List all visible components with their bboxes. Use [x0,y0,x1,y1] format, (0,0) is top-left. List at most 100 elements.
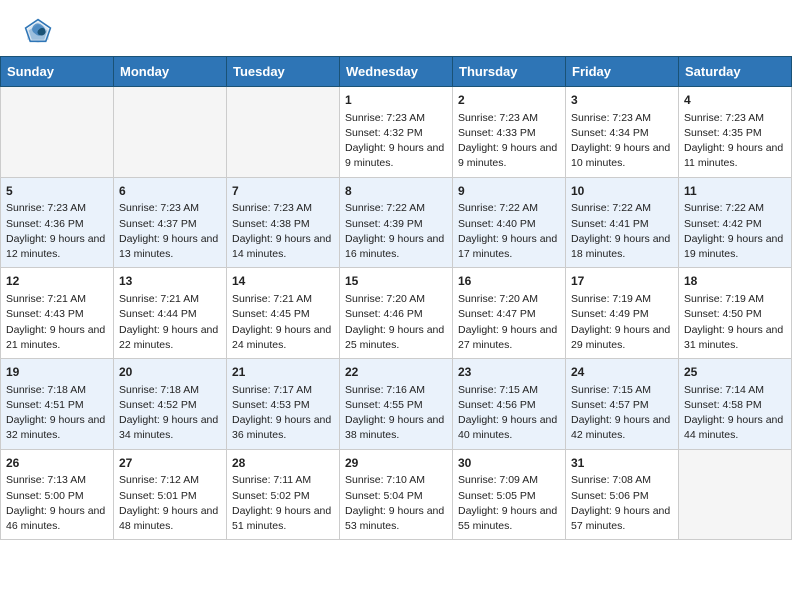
day-info: Sunrise: 7:14 AM Sunset: 4:58 PM Dayligh… [684,383,786,444]
calendar-week-row-3: 12Sunrise: 7:21 AM Sunset: 4:43 PM Dayli… [1,268,792,359]
day-number: 20 [119,364,221,381]
day-info: Sunrise: 7:23 AM Sunset: 4:38 PM Dayligh… [232,201,334,262]
weekday-header-tuesday: Tuesday [227,57,340,87]
day-number: 27 [119,455,221,472]
calendar-cell-2-3: 7Sunrise: 7:23 AM Sunset: 4:38 PM Daylig… [227,177,340,268]
day-number: 2 [458,92,560,109]
calendar-week-row-4: 19 Sunrise: 7:18 AM Sunset: 4:51 PM Dayli… [1,359,792,450]
calendar-cell-4-2: 20 Sunrise: 7:18 AM Sunset: 4:52 PM Dayli… [114,359,227,450]
day-info: Sunrise: 7:21 AM Sunset: 4:45 PM Dayligh… [232,292,334,353]
day-number: 19 [6,364,108,381]
day-number: 5 [6,183,108,200]
day-info: Sunrise: 7:22 AM Sunset: 4:40 PM Dayligh… [458,201,560,262]
calendar-cell-1-1 [1,87,114,178]
calendar-cell-5-6: 31Sunrise: 7:08 AM Sunset: 5:06 PM Dayli… [566,449,679,540]
calendar-cell-1-7: 4Sunrise: 7:23 AM Sunset: 4:35 PM Daylig… [679,87,792,178]
calendar-cell-5-4: 29Sunrise: 7:10 AM Sunset: 5:04 PM Dayli… [340,449,453,540]
day-info: Sunrise: 7:23 AM Sunset: 4:34 PM Dayligh… [571,111,673,172]
weekday-header-thursday: Thursday [453,57,566,87]
calendar-cell-3-6: 17 Sunrise: 7:19 AM Sunset: 4:49 PM Dayli… [566,268,679,359]
calendar-cell-4-1: 19 Sunrise: 7:18 AM Sunset: 4:51 PM Dayli… [1,359,114,450]
calendar-table: SundayMondayTuesdayWednesdayThursdayFrid… [0,56,792,540]
day-number: 3 [571,92,673,109]
day-info: Sunrise: 7:19 AM Sunset: 4:49 PM Dayligh… [571,292,673,353]
day-number: 7 [232,183,334,200]
day-number: 15 [345,273,447,290]
weekday-header-row: SundayMondayTuesdayWednesdayThursdayFrid… [1,57,792,87]
day-number: 25 [684,364,786,381]
calendar-cell-1-2 [114,87,227,178]
calendar-cell-3-1: 12Sunrise: 7:21 AM Sunset: 4:43 PM Dayli… [1,268,114,359]
day-info: Sunrise: 7:23 AM Sunset: 4:32 PM Dayligh… [345,111,447,172]
calendar-cell-4-5: 23 Sunrise: 7:15 AM Sunset: 4:56 PM Dayli… [453,359,566,450]
day-info: Sunrise: 7:17 AM Sunset: 4:53 PM Dayligh… [232,383,334,444]
header [0,0,792,56]
day-info: Sunrise: 7:22 AM Sunset: 4:42 PM Dayligh… [684,201,786,262]
day-number: 17 [571,273,673,290]
calendar-cell-4-7: 25 Sunrise: 7:14 AM Sunset: 4:58 PM Dayli… [679,359,792,450]
calendar-cell-5-2: 27Sunrise: 7:12 AM Sunset: 5:01 PM Dayli… [114,449,227,540]
calendar-cell-5-3: 28Sunrise: 7:11 AM Sunset: 5:02 PM Dayli… [227,449,340,540]
day-number: 29 [345,455,447,472]
day-number: 6 [119,183,221,200]
weekday-header-saturday: Saturday [679,57,792,87]
calendar-week-row-5: 26Sunrise: 7:13 AM Sunset: 5:00 PM Dayli… [1,449,792,540]
day-info: Sunrise: 7:15 AM Sunset: 4:57 PM Dayligh… [571,383,673,444]
day-number: 1 [345,92,447,109]
logo [24,18,56,46]
day-info: Sunrise: 7:11 AM Sunset: 5:02 PM Dayligh… [232,473,334,534]
day-info: Sunrise: 7:19 AM Sunset: 4:50 PM Dayligh… [684,292,786,353]
calendar-cell-2-6: 10Sunrise: 7:22 AM Sunset: 4:41 PM Dayli… [566,177,679,268]
calendar-cell-5-7 [679,449,792,540]
calendar-cell-2-4: 8Sunrise: 7:22 AM Sunset: 4:39 PM Daylig… [340,177,453,268]
day-info: Sunrise: 7:21 AM Sunset: 4:44 PM Dayligh… [119,292,221,353]
day-number: 13 [119,273,221,290]
day-info: Sunrise: 7:23 AM Sunset: 4:35 PM Dayligh… [684,111,786,172]
calendar-cell-2-5: 9Sunrise: 7:22 AM Sunset: 4:40 PM Daylig… [453,177,566,268]
day-info: Sunrise: 7:12 AM Sunset: 5:01 PM Dayligh… [119,473,221,534]
day-number: 14 [232,273,334,290]
day-number: 11 [684,183,786,200]
day-number: 10 [571,183,673,200]
day-info: Sunrise: 7:23 AM Sunset: 4:36 PM Dayligh… [6,201,108,262]
day-number: 12 [6,273,108,290]
day-info: Sunrise: 7:16 AM Sunset: 4:55 PM Dayligh… [345,383,447,444]
day-info: Sunrise: 7:23 AM Sunset: 4:33 PM Dayligh… [458,111,560,172]
calendar-cell-3-3: 14 Sunrise: 7:21 AM Sunset: 4:45 PM Dayli… [227,268,340,359]
day-number: 22 [345,364,447,381]
calendar-week-row-1: 1 Sunrise: 7:23 AM Sunset: 4:32 PM Daylig… [1,87,792,178]
calendar-cell-1-4: 1 Sunrise: 7:23 AM Sunset: 4:32 PM Daylig… [340,87,453,178]
calendar-cell-1-6: 3 Sunrise: 7:23 AM Sunset: 4:34 PM Daylig… [566,87,679,178]
day-info: Sunrise: 7:18 AM Sunset: 4:51 PM Dayligh… [6,383,108,444]
calendar-cell-2-7: 11Sunrise: 7:22 AM Sunset: 4:42 PM Dayli… [679,177,792,268]
calendar-cell-5-5: 30Sunrise: 7:09 AM Sunset: 5:05 PM Dayli… [453,449,566,540]
day-info: Sunrise: 7:08 AM Sunset: 5:06 PM Dayligh… [571,473,673,534]
calendar-cell-3-4: 15 Sunrise: 7:20 AM Sunset: 4:46 PM Dayli… [340,268,453,359]
weekday-header-wednesday: Wednesday [340,57,453,87]
day-info: Sunrise: 7:09 AM Sunset: 5:05 PM Dayligh… [458,473,560,534]
day-info: Sunrise: 7:10 AM Sunset: 5:04 PM Dayligh… [345,473,447,534]
day-number: 21 [232,364,334,381]
weekday-header-sunday: Sunday [1,57,114,87]
day-number: 18 [684,273,786,290]
calendar-cell-3-5: 16 Sunrise: 7:20 AM Sunset: 4:47 PM Dayli… [453,268,566,359]
day-info: Sunrise: 7:18 AM Sunset: 4:52 PM Dayligh… [119,383,221,444]
day-number: 30 [458,455,560,472]
day-info: Sunrise: 7:15 AM Sunset: 4:56 PM Dayligh… [458,383,560,444]
calendar-cell-1-5: 2 Sunrise: 7:23 AM Sunset: 4:33 PM Daylig… [453,87,566,178]
day-number: 16 [458,273,560,290]
day-number: 8 [345,183,447,200]
calendar-cell-2-1: 5Sunrise: 7:23 AM Sunset: 4:36 PM Daylig… [1,177,114,268]
day-info: Sunrise: 7:22 AM Sunset: 4:39 PM Dayligh… [345,201,447,262]
day-number: 23 [458,364,560,381]
calendar-cell-2-2: 6Sunrise: 7:23 AM Sunset: 4:37 PM Daylig… [114,177,227,268]
calendar-cell-3-2: 13 Sunrise: 7:21 AM Sunset: 4:44 PM Dayli… [114,268,227,359]
calendar-cell-4-6: 24 Sunrise: 7:15 AM Sunset: 4:57 PM Dayli… [566,359,679,450]
day-info: Sunrise: 7:20 AM Sunset: 4:47 PM Dayligh… [458,292,560,353]
calendar-week-row-2: 5Sunrise: 7:23 AM Sunset: 4:36 PM Daylig… [1,177,792,268]
day-info: Sunrise: 7:20 AM Sunset: 4:46 PM Dayligh… [345,292,447,353]
day-info: Sunrise: 7:13 AM Sunset: 5:00 PM Dayligh… [6,473,108,534]
day-number: 24 [571,364,673,381]
page: SundayMondayTuesdayWednesdayThursdayFrid… [0,0,792,540]
calendar-cell-4-4: 22 Sunrise: 7:16 AM Sunset: 4:55 PM Dayli… [340,359,453,450]
